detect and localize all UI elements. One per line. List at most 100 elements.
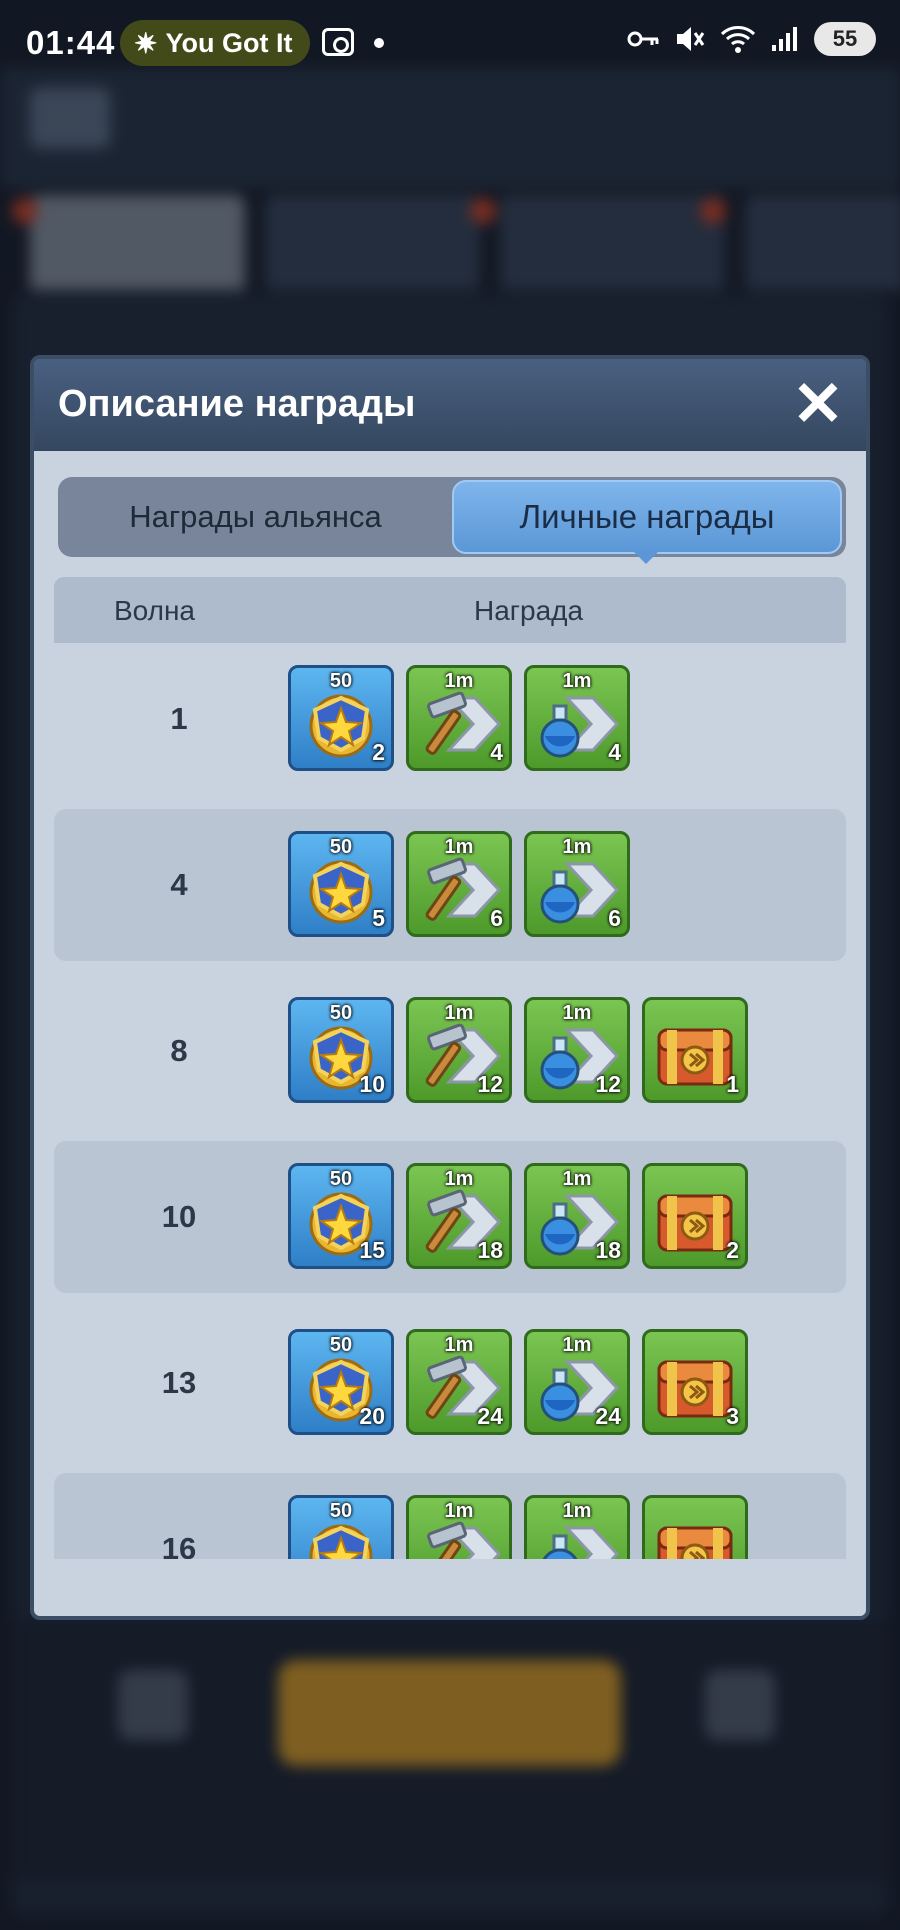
reward-count: 4 [608, 739, 621, 765]
reward-value-label: 50 [329, 836, 353, 858]
wave-number: 16 [161, 1531, 197, 1559]
reward-value-label: 50 [329, 670, 353, 692]
reward-items: 50 2 1m 4 1m 4 [288, 665, 630, 771]
dialog-header: Описание награды ✕ [34, 359, 866, 451]
battery-level: 55 [832, 26, 858, 51]
reward-value-label: 1m [562, 1002, 592, 1024]
reward-item-build-speedup[interactable]: 1m 4 [406, 665, 512, 771]
dialog-title: Описание награды [58, 383, 416, 425]
wave-number: 4 [170, 867, 188, 902]
close-button[interactable]: ✕ [788, 370, 848, 439]
key-icon [627, 31, 659, 47]
table-row: 1 50 2 1m 4 1m 4 [54, 643, 846, 795]
reward-count: 15 [359, 1237, 385, 1263]
wave-column-header: Волна [114, 595, 196, 626]
reward-count: 24 [477, 1403, 503, 1429]
signal-icon [772, 27, 797, 51]
wave-number: 1 [170, 701, 188, 736]
reward-item-research-speedup[interactable]: 1m 18 [524, 1163, 630, 1269]
reward-value-label: 1m [444, 1500, 474, 1522]
reward-item-build-speedup[interactable]: 1m 12 [406, 997, 512, 1103]
reward-value-label: 1m [444, 836, 474, 858]
table-header: Волна Награда [54, 577, 846, 643]
reward-count: 6 [490, 905, 503, 931]
reward-items: 50 5 1m 6 1m 6 [288, 831, 630, 937]
notification-pill[interactable]: ✷ You Got It [120, 20, 311, 66]
status-bar: 01:44 ✷ You Got It 55 [0, 0, 900, 86]
reward-value-label: 1m [444, 1002, 474, 1024]
reward-item-medal[interactable]: 50 15 [288, 1163, 394, 1269]
reward-value-label: 1m [562, 836, 592, 858]
tab-personal-rewards[interactable]: Личные награды [452, 480, 842, 564]
screen-record-icon [322, 28, 354, 56]
mute-icon [677, 27, 705, 51]
reward-value-label: 1m [444, 1168, 474, 1190]
wave-number: 10 [161, 1199, 197, 1234]
reward-count: 12 [477, 1071, 503, 1097]
reward-item-chest[interactable]: 3 [642, 1329, 748, 1435]
reward-item-research-speedup[interactable]: 1m 12 [524, 997, 630, 1103]
reward-item-chest[interactable]: 2 [642, 1163, 748, 1269]
table-row: 16 50 1m 1m [54, 1473, 846, 1559]
reward-table[interactable]: 1 50 2 1m 4 1m 4 4 50 5 1m 6 1m 6 8 50 10 1m 12 1m 12 1 10 50 15… [54, 643, 846, 1559]
status-icons: 55 [626, 22, 876, 56]
reward-value-label: 50 [329, 1002, 353, 1024]
reward-count: 6 [608, 905, 621, 931]
reward-value-label: 50 [329, 1334, 353, 1356]
close-icon: ✕ [792, 370, 844, 439]
reward-item-medal[interactable]: 50 20 [288, 1329, 394, 1435]
reward-description-dialog: Описание награды ✕ Награды альянса Личны… [30, 355, 870, 1620]
reward-count: 20 [359, 1403, 385, 1429]
reward-value-label: 1m [562, 670, 592, 692]
reward-items: 50 1m 1m [288, 1495, 748, 1559]
reward-count: 12 [595, 1071, 621, 1097]
reward-value-label: 1m [562, 1168, 592, 1190]
wave-number: 13 [161, 1365, 197, 1400]
reward-item-research-speedup[interactable]: 1m 24 [524, 1329, 630, 1435]
notification-text: You Got It [165, 27, 293, 58]
reward-item-medal[interactable]: 50 2 [288, 665, 394, 771]
reward-count: 3 [726, 1403, 739, 1429]
reward-item-build-speedup[interactable]: 1m [406, 1495, 512, 1559]
reward-column-header: Награда [474, 595, 584, 626]
reward-item-chest[interactable]: 1 [642, 997, 748, 1103]
reward-value-label: 1m [444, 1334, 474, 1356]
reward-count: 24 [595, 1403, 621, 1429]
reward-count: 5 [372, 905, 385, 931]
reward-value-label: 1m [562, 1500, 592, 1522]
reward-value-label: 50 [329, 1168, 353, 1190]
wifi-icon [720, 26, 756, 53]
reward-item-build-speedup[interactable]: 1m 24 [406, 1329, 512, 1435]
reward-value-label: 1m [444, 670, 474, 692]
reward-item-medal[interactable]: 50 [288, 1495, 394, 1559]
reward-item-medal[interactable]: 50 5 [288, 831, 394, 937]
reward-item-build-speedup[interactable]: 1m 18 [406, 1163, 512, 1269]
sparkle-icon: ✷ [134, 27, 158, 59]
table-row: 8 50 10 1m 12 1m 12 1 [54, 975, 846, 1127]
reward-item-medal[interactable]: 50 10 [288, 997, 394, 1103]
reward-item-build-speedup[interactable]: 1m 6 [406, 831, 512, 937]
reward-value-label: 1m [562, 1334, 592, 1356]
table-row: 4 50 5 1m 6 1m 6 [54, 809, 846, 961]
reward-item-research-speedup[interactable]: 1m 6 [524, 831, 630, 937]
reward-count: 18 [595, 1237, 621, 1263]
status-time: 01:44 [26, 24, 116, 61]
tab-alliance-rewards[interactable]: Награды альянса [58, 477, 453, 557]
reward-item-research-speedup[interactable]: 1m 4 [524, 665, 630, 771]
reward-items: 50 15 1m 18 1m 18 2 [288, 1163, 748, 1269]
reward-items: 50 20 1m 24 1m 24 3 [288, 1329, 748, 1435]
reward-item-chest[interactable] [642, 1495, 748, 1559]
reward-count: 4 [490, 739, 503, 765]
wave-number: 8 [170, 1033, 188, 1068]
notification-dot-icon [374, 38, 384, 48]
reward-items: 50 10 1m 12 1m 12 1 [288, 997, 748, 1103]
reward-count: 2 [372, 739, 385, 765]
battery-icon: 55 [814, 22, 876, 56]
reward-value-label: 50 [329, 1500, 353, 1522]
reward-tabs: Награды альянса Личные награды [58, 477, 846, 564]
reward-item-research-speedup[interactable]: 1m [524, 1495, 630, 1559]
reward-count: 10 [359, 1071, 385, 1097]
reward-count: 18 [477, 1237, 503, 1263]
table-row: 10 50 15 1m 18 1m 18 2 [54, 1141, 846, 1293]
reward-count: 1 [726, 1071, 739, 1097]
